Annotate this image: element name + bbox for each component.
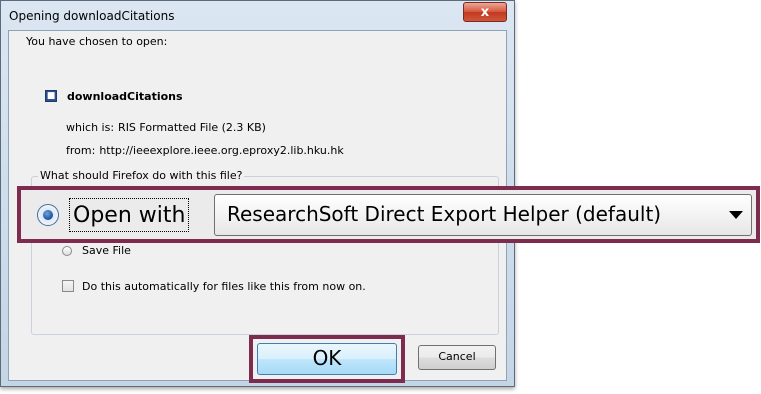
action-group-legend: What should Firefox do with this file? (38, 169, 245, 182)
which-is-label: which is: (66, 121, 115, 134)
file-type-value: RIS Formatted File (2.3 KB) (118, 121, 266, 134)
file-name: downloadCitations (67, 90, 183, 103)
auto-action-checkbox[interactable] (62, 280, 74, 292)
open-with-callout: Open with ResearchSoft Direct Export Hel… (17, 186, 760, 243)
save-file-radio[interactable] (62, 246, 72, 256)
file-source-info: from: http://ieeexplore.ieee.org.eproxy2.… (66, 144, 344, 157)
from-label: from: (66, 144, 96, 157)
close-icon: x (480, 4, 490, 20)
chevron-down-icon (729, 211, 743, 219)
open-with-app-value: ResearchSoft Direct Export Helper (defau… (227, 202, 662, 226)
title-bar[interactable]: Opening downloadCitations x (1, 1, 514, 31)
file-type-info: which is: RIS Formatted File (2.3 KB) (66, 121, 266, 134)
close-button[interactable]: x (463, 2, 507, 22)
auto-action-label[interactable]: Do this automatically for files like thi… (82, 280, 366, 293)
cancel-button[interactable]: Cancel (418, 345, 496, 370)
ris-file-icon: ■ (45, 90, 57, 102)
save-file-label[interactable]: Save File (82, 244, 131, 257)
open-with-label[interactable]: Open with (69, 198, 190, 232)
chosen-to-open-text: You have chosen to open: (26, 35, 168, 48)
ok-button[interactable]: OK (257, 343, 397, 375)
file-source-url: http://ieeexplore.ieee.org.eproxy2.lib.h… (99, 144, 344, 157)
open-with-app-select[interactable]: ResearchSoft Direct Export Helper (defau… (214, 194, 752, 236)
ok-callout: OK (249, 335, 405, 383)
window-title: Opening downloadCitations (9, 9, 175, 23)
radio-selected-dot (43, 210, 53, 220)
open-with-radio[interactable] (37, 204, 59, 226)
